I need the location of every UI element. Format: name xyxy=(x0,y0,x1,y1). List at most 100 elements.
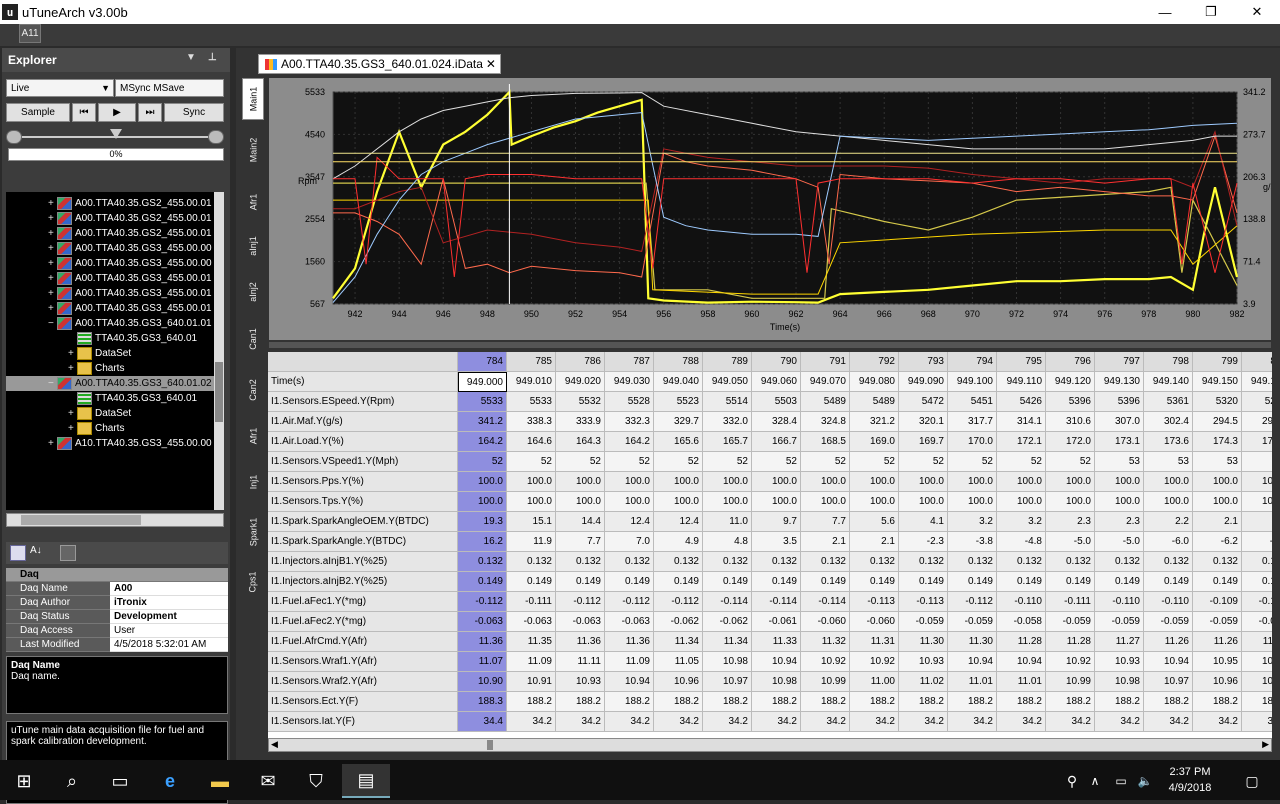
grid-cell[interactable]: 11.28 xyxy=(997,632,1046,652)
side-tab[interactable]: aInj2 xyxy=(242,272,264,312)
row-label[interactable]: I1.Air.Maf.Y(g/s) xyxy=(268,412,458,432)
property-section-header[interactable]: Daq xyxy=(6,568,228,582)
grid-cell[interactable]: 0.132 xyxy=(556,552,605,572)
edge-browser-icon[interactable]: e xyxy=(146,764,194,798)
row-label[interactable]: I1.Fuel.aFec2.Y(*mg) xyxy=(268,612,458,632)
grid-cell[interactable]: 0.149 xyxy=(703,572,752,592)
grid-cell[interactable]: 949.010 xyxy=(507,372,556,392)
grid-cell[interactable]: 2.1 xyxy=(801,532,850,552)
tree-item[interactable]: + A00.TTA40.35.GS2_455.00.01 xyxy=(6,226,216,241)
grid-cell[interactable]: 34.2 xyxy=(752,712,801,732)
side-tab[interactable]: Afr1 xyxy=(242,182,264,222)
grid-cell[interactable]: 100.0 xyxy=(752,472,801,492)
grid-cell[interactable]: 11.09 xyxy=(507,652,556,672)
grid-cell[interactable]: 34.2 xyxy=(997,712,1046,732)
grid-cell[interactable]: 100.0 xyxy=(605,492,654,512)
slider-left-handle[interactable] xyxy=(6,130,22,144)
side-tab[interactable]: Spark1 xyxy=(242,508,264,556)
grid-cell[interactable]: -0.060 xyxy=(850,612,899,632)
msync-box[interactable]: MSync MSave xyxy=(115,79,224,97)
grid-cell[interactable]: 949.140 xyxy=(1144,372,1193,392)
grid-cell[interactable]: 100.0 xyxy=(1242,472,1272,492)
row-label[interactable]: I1.Air.Load.Y(%) xyxy=(268,432,458,452)
tree-item[interactable]: − A00.TTA40.35.GS3_640.01.02 xyxy=(6,376,216,391)
column-header[interactable]: 795 xyxy=(997,352,1046,372)
expand-icon[interactable]: + xyxy=(48,213,57,224)
grid-cell[interactable]: -0.112 xyxy=(605,592,654,612)
row-label[interactable]: I1.Injectors.aInjB1.Y(%25) xyxy=(268,552,458,572)
grid-cell[interactable]: 949.160 xyxy=(1242,372,1272,392)
grid-cell[interactable]: 169.7 xyxy=(899,432,948,452)
property-pages-icon[interactable] xyxy=(60,545,76,561)
grid-cell[interactable]: 100.0 xyxy=(1144,492,1193,512)
grid-cell[interactable]: 11.01 xyxy=(997,672,1046,692)
property-row[interactable]: Daq Status Development xyxy=(6,610,228,624)
tree-item[interactable]: + DataSet xyxy=(6,406,216,421)
grid-cell[interactable]: -0.063 xyxy=(507,612,556,632)
grid-cell[interactable]: 100.0 xyxy=(948,492,997,512)
grid-cell[interactable]: 2.1 xyxy=(1242,512,1272,532)
property-value[interactable]: iTronix xyxy=(110,596,228,610)
grid-cell[interactable]: 10.92 xyxy=(1046,652,1095,672)
clock[interactable]: 2:37 PM 4/9/2018 xyxy=(1150,764,1230,796)
splitter[interactable] xyxy=(269,342,1271,348)
grid-cell[interactable]: 100.0 xyxy=(507,472,556,492)
grid-cell[interactable]: 0.132 xyxy=(850,552,899,572)
grid-cell[interactable]: 164.3 xyxy=(556,432,605,452)
expand-icon[interactable]: + xyxy=(48,228,57,239)
grid-cell[interactable]: 52 xyxy=(458,452,507,472)
grid-cell[interactable]: 173.1 xyxy=(1095,432,1144,452)
grid-cell[interactable]: 100.0 xyxy=(850,472,899,492)
grid-cell[interactable]: 10.98 xyxy=(703,652,752,672)
grid-cell[interactable]: 52 xyxy=(997,452,1046,472)
grid-cell[interactable]: 0.132 xyxy=(948,552,997,572)
grid-cell[interactable]: -0.059 xyxy=(1242,612,1272,632)
grid-cell[interactable]: 5451 xyxy=(948,392,997,412)
grid-cell[interactable]: 0.132 xyxy=(507,552,556,572)
grid-cell[interactable]: -0.112 xyxy=(458,592,507,612)
grid-cell[interactable]: 11.34 xyxy=(654,632,703,652)
grid-cell[interactable]: 3.5 xyxy=(752,532,801,552)
grid-cell[interactable]: 10.93 xyxy=(556,672,605,692)
side-tab[interactable]: Cps1 xyxy=(242,562,264,602)
grid-cell[interactable]: 166.7 xyxy=(752,432,801,452)
grid-cell[interactable]: 5396 xyxy=(1095,392,1144,412)
grid-cell[interactable]: 11.11 xyxy=(556,652,605,672)
grid-cell[interactable]: -0.061 xyxy=(752,612,801,632)
row-label[interactable]: I1.Sensors.VSpeed1.Y(Mph) xyxy=(268,452,458,472)
grid-cell[interactable]: 169.0 xyxy=(850,432,899,452)
grid-cell[interactable]: 0.132 xyxy=(1046,552,1095,572)
column-header[interactable]: 786 xyxy=(556,352,605,372)
grid-cell[interactable]: 11.26 xyxy=(1193,632,1242,652)
grid-cell[interactable]: 16.2 xyxy=(458,532,507,552)
grid-cell[interactable]: 19.3 xyxy=(458,512,507,532)
grid-cell[interactable]: 34.2 xyxy=(850,712,899,732)
grid-cell[interactable]: 0.149 xyxy=(752,572,801,592)
property-row[interactable]: Daq Access User xyxy=(6,624,228,638)
grid-cell[interactable]: 188.2 xyxy=(1095,692,1144,712)
grid-cell[interactable]: 188.2 xyxy=(1144,692,1193,712)
grid-cell[interactable]: 164.2 xyxy=(605,432,654,452)
grid-cell[interactable]: 0.149 xyxy=(556,572,605,592)
grid-cell[interactable]: 100.0 xyxy=(1046,472,1095,492)
grid-cell[interactable]: 34.2 xyxy=(899,712,948,732)
task-view-icon[interactable]: ▭ xyxy=(96,764,144,798)
pin-icon[interactable]: ⊥ xyxy=(208,52,217,63)
grid-cell[interactable]: 11.26 xyxy=(1144,632,1193,652)
grid-cell[interactable]: 100.0 xyxy=(654,472,703,492)
grid-cell[interactable]: 165.7 xyxy=(703,432,752,452)
scroll-right-icon[interactable]: ▶ xyxy=(1262,739,1269,750)
grid-cell[interactable]: 100.0 xyxy=(1095,492,1144,512)
grid-horizontal-scrollbar[interactable]: ◀ ▶ xyxy=(268,738,1272,752)
expand-icon[interactable]: + xyxy=(48,303,57,314)
row-label[interactable]: I1.Sensors.Iat.Y(F) xyxy=(268,712,458,732)
grid-cell[interactable]: 52 xyxy=(948,452,997,472)
grid-cell[interactable]: 7.7 xyxy=(801,512,850,532)
grid-cell[interactable]: 170.0 xyxy=(948,432,997,452)
grid-cell[interactable]: 165.6 xyxy=(654,432,703,452)
grid-cell[interactable]: 0.132 xyxy=(458,552,507,572)
property-value[interactable]: User xyxy=(110,624,228,638)
grid-cell[interactable]: 11.9 xyxy=(507,532,556,552)
grid-cell[interactable]: 0.132 xyxy=(1242,552,1272,572)
grid-cell[interactable]: 2.3 xyxy=(1095,512,1144,532)
